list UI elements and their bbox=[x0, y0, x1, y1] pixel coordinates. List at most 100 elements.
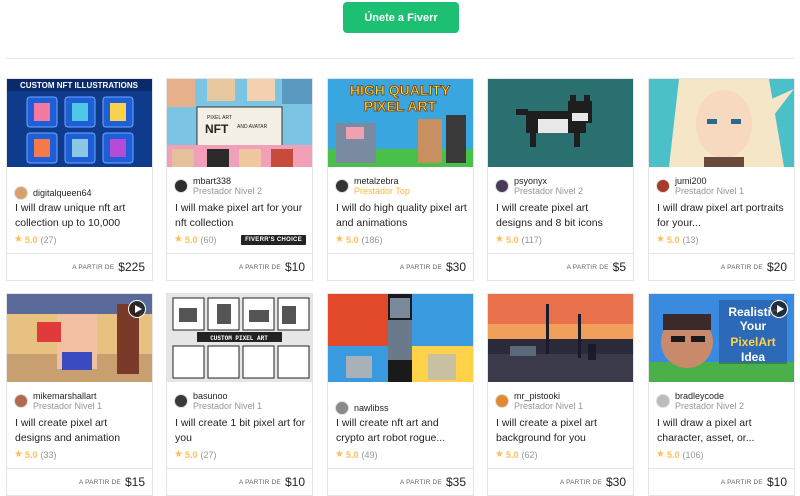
svg-text:PIXEL ART: PIXEL ART bbox=[207, 115, 232, 121]
star-icon: ★ bbox=[174, 234, 183, 245]
gig-title[interactable]: I will create 1 bit pixel art for you bbox=[175, 416, 306, 446]
seller-avatar[interactable] bbox=[335, 179, 349, 193]
gig-thumbnail[interactable]: PIXEL ART NFT AND AVATAR bbox=[167, 79, 312, 167]
gig-price-footer: A PARTIR DE $30 bbox=[488, 468, 633, 495]
gig-rating: ★ 5.0 (62) bbox=[495, 449, 538, 460]
gig-rating: ★ 5.0 (27) bbox=[174, 449, 217, 460]
seller-name[interactable]: nawlibss bbox=[354, 403, 389, 413]
seller-avatar[interactable] bbox=[335, 401, 349, 415]
seller-avatar[interactable] bbox=[174, 179, 188, 193]
seller-level: Prestador Nivel 2 bbox=[514, 186, 584, 196]
seller-name[interactable]: mbart338 bbox=[193, 176, 262, 186]
gig-price: $15 bbox=[124, 475, 145, 489]
gig-price: $35 bbox=[445, 475, 466, 489]
gig-thumbnail[interactable]: CUSTOM NFT ILLUSTRATIONS bbox=[7, 79, 152, 167]
gig-price: $10 bbox=[766, 475, 787, 489]
gig-title[interactable]: I will create nft art and crypto art rob… bbox=[336, 416, 467, 446]
gig-rating: ★ 5.0 (117) bbox=[495, 234, 542, 245]
seller-avatar[interactable] bbox=[656, 394, 670, 408]
gig-price-footer: A PARTIR DE $15 bbox=[7, 468, 152, 495]
rating-score: 5.0 bbox=[184, 449, 198, 460]
svg-text:Idea: Idea bbox=[741, 350, 765, 364]
section-divider bbox=[6, 58, 794, 59]
gig-title[interactable]: I will draw pixel art portraits for your… bbox=[657, 201, 788, 231]
seller-avatar[interactable] bbox=[495, 394, 509, 408]
gig-price: $30 bbox=[605, 475, 626, 489]
play-video-icon[interactable] bbox=[128, 300, 146, 318]
gig-thumbnail[interactable] bbox=[649, 79, 794, 167]
gig-price: $5 bbox=[612, 260, 626, 274]
gig-title[interactable]: I will draw unique nft art collection up… bbox=[15, 201, 146, 231]
gig-thumbnail[interactable]: HIGH QUALITY PIXEL ART bbox=[328, 79, 473, 167]
gig-price: $20 bbox=[766, 260, 787, 274]
gig-thumbnail[interactable] bbox=[488, 294, 633, 382]
price-from-label: A PARTIR DE bbox=[238, 263, 281, 271]
seller-name[interactable]: bradleycode bbox=[675, 391, 744, 401]
gig-title[interactable]: I will create pixel art designs and anim… bbox=[15, 416, 146, 446]
seller-avatar[interactable] bbox=[14, 394, 28, 408]
gig-title[interactable]: I will do high quality pixel art and ani… bbox=[336, 201, 467, 231]
svg-text:PixelArt: PixelArt bbox=[730, 335, 775, 349]
gig-price-footer: A PARTIR DE $35 bbox=[328, 468, 473, 495]
rating-count: (62) bbox=[521, 449, 538, 460]
rating-score: 5.0 bbox=[505, 234, 519, 245]
seller-name[interactable]: mikemarshallart bbox=[33, 391, 102, 401]
price-from-label: A PARTIR DE bbox=[78, 478, 121, 486]
play-video-icon[interactable] bbox=[770, 300, 788, 318]
seller-name[interactable]: jumi200 bbox=[675, 176, 744, 186]
seller-name[interactable]: mr_pistooki bbox=[514, 391, 583, 401]
star-icon: ★ bbox=[495, 234, 504, 245]
price-from-label: A PARTIR DE bbox=[559, 478, 602, 486]
gig-card[interactable]: mikemarshallart Prestador Nivel 1 I will… bbox=[6, 293, 153, 496]
gig-title[interactable]: I will draw a pixel art character, asset… bbox=[657, 416, 788, 446]
gig-card[interactable]: psyonyx Prestador Nivel 2 I will create … bbox=[487, 78, 634, 281]
seller-name[interactable]: digitalqueen64 bbox=[33, 188, 92, 198]
gig-rating: ★ 5.0 (186) bbox=[335, 234, 383, 245]
gig-title[interactable]: I will create a pixel art background for… bbox=[496, 416, 627, 446]
rating-count: (13) bbox=[682, 234, 699, 245]
gig-thumbnail[interactable] bbox=[328, 294, 473, 382]
gig-rating: ★ 5.0 (33) bbox=[14, 449, 57, 460]
seller-avatar[interactable] bbox=[656, 179, 670, 193]
seller-info: jumi200 Prestador Nivel 1 bbox=[656, 175, 790, 197]
join-fiverr-button[interactable]: Únete a Fiverr bbox=[343, 2, 459, 33]
svg-text:Your: Your bbox=[740, 319, 767, 333]
gig-card[interactable]: HIGH QUALITY PIXEL ART metalzebra Presta… bbox=[327, 78, 474, 281]
gig-title[interactable]: I will create pixel art designs and 8 bi… bbox=[496, 201, 627, 231]
seller-level: Prestador Nivel 1 bbox=[514, 401, 584, 411]
seller-avatar[interactable] bbox=[495, 179, 509, 193]
gig-card[interactable]: CUSTOM NFT ILLUSTRATIONS digitalqueen64 … bbox=[6, 78, 153, 281]
gig-price: $10 bbox=[284, 260, 305, 274]
seller-avatar[interactable] bbox=[174, 394, 188, 408]
star-icon: ★ bbox=[174, 449, 183, 460]
gig-card[interactable]: nawlibss I will create nft art and crypt… bbox=[327, 293, 474, 496]
gig-rating: ★ 5.0 (13) bbox=[656, 234, 699, 245]
seller-info: basunoo Prestador Nivel 1 bbox=[174, 390, 308, 412]
gig-card[interactable]: PIXEL ART NFT AND AVATAR mbart338 Presta… bbox=[166, 78, 313, 281]
seller-name[interactable]: psyonyx bbox=[514, 176, 583, 186]
gig-card[interactable]: CUSTOM PIXEL ART basunoo Prestador Nivel… bbox=[166, 293, 313, 496]
seller-avatar[interactable] bbox=[14, 186, 28, 200]
rating-score: 5.0 bbox=[24, 449, 38, 460]
star-icon: ★ bbox=[14, 234, 23, 245]
star-icon: ★ bbox=[14, 449, 23, 460]
star-icon: ★ bbox=[335, 449, 344, 460]
gig-title[interactable]: I will make pixel art for your nft colle… bbox=[175, 201, 306, 231]
price-from-label: A PARTIR DE bbox=[720, 263, 763, 271]
gig-price-footer: A PARTIR DE $10 bbox=[649, 468, 794, 495]
seller-info: psyonyx Prestador Nivel 2 bbox=[495, 175, 629, 197]
seller-level: Prestador Nivel 2 bbox=[193, 186, 263, 196]
gig-price-footer: A PARTIR DE $30 bbox=[328, 253, 473, 280]
gig-rating: ★ 5.0 (60) bbox=[174, 234, 217, 245]
seller-name[interactable]: metalzebra bbox=[354, 176, 410, 186]
gig-thumbnail[interactable] bbox=[488, 79, 633, 167]
rating-count: (60) bbox=[200, 234, 217, 245]
price-from-label: A PARTIR DE bbox=[566, 263, 609, 271]
gig-rating: ★ 5.0 (106) bbox=[656, 449, 704, 460]
rating-score: 5.0 bbox=[345, 234, 359, 245]
gig-card[interactable]: jumi200 Prestador Nivel 1 I will draw pi… bbox=[648, 78, 795, 281]
gig-card[interactable]: mr_pistooki Prestador Nivel 1 I will cre… bbox=[487, 293, 634, 496]
gig-thumbnail[interactable]: CUSTOM PIXEL ART bbox=[167, 294, 312, 382]
seller-name[interactable]: basunoo bbox=[193, 391, 262, 401]
gig-card[interactable]: Realistic Your PixelArt Idea bradleycode… bbox=[648, 293, 795, 496]
